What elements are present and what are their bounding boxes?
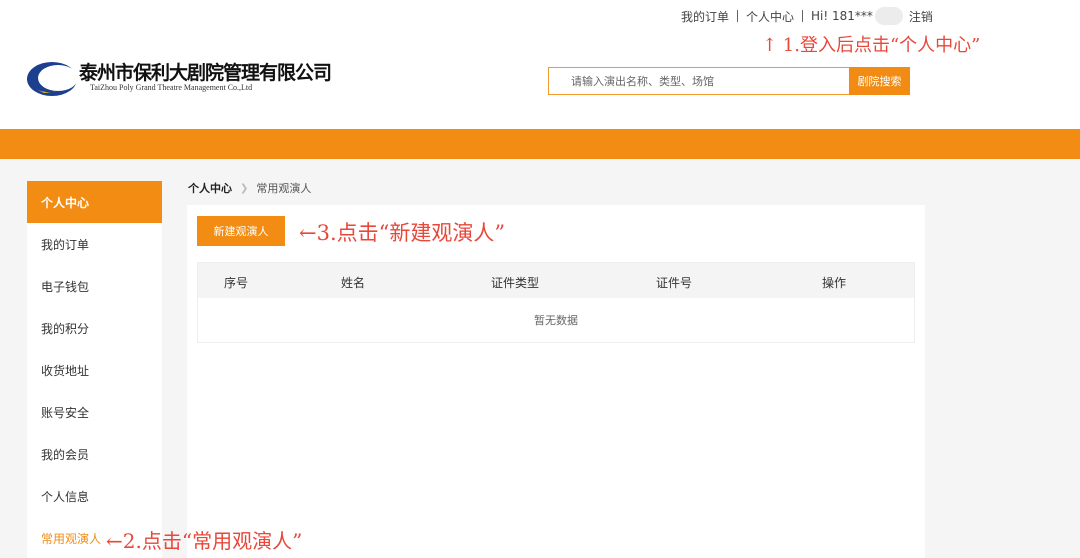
new-attendee-button[interactable]: 新建观演人 xyxy=(197,216,285,246)
divider xyxy=(802,10,804,22)
company-logo[interactable]: 泰州市保利大剧院管理有限公司 TaiZhou Poly Grand Theatr… xyxy=(26,57,332,99)
content-panel xyxy=(187,205,925,558)
company-name-en: TaiZhou Poly Grand Theatre Management Co… xyxy=(90,83,253,92)
main-nav-bar xyxy=(0,129,1080,159)
site-header: 我的订单 个人中心 Hi! 181*** 注销 泰州市保利大剧院管理有限公司 T… xyxy=(0,0,1080,129)
breadcrumb-root[interactable]: 个人中心 xyxy=(188,180,232,196)
sidebar-item-membership[interactable]: 我的会员 xyxy=(27,433,162,475)
annotation-step-2: ←2.点击“常用观演人” xyxy=(106,529,303,553)
sidebar-header[interactable]: 个人中心 xyxy=(27,181,162,223)
chevron-right-icon: ❯ xyxy=(240,182,249,194)
sidebar-item-profile[interactable]: 个人信息 xyxy=(27,475,162,517)
sidebar-item-address[interactable]: 收货地址 xyxy=(27,349,162,391)
column-header-id-number: 证件号 xyxy=(656,276,693,290)
search-input[interactable] xyxy=(548,67,849,95)
sidebar: 个人中心 我的订单 电子钱包 我的积分 收货地址 账号安全 我的会员 个人信息 … xyxy=(27,181,162,558)
annotation-step-3: ←3.点击“新建观演人” xyxy=(299,221,506,245)
breadcrumb-current: 常用观演人 xyxy=(256,182,312,195)
search-button[interactable]: 剧院搜索 xyxy=(849,67,910,95)
user-greeting: Hi! 181*** xyxy=(811,9,873,23)
column-header-index: 序号 xyxy=(224,276,249,290)
company-name-cn: 泰州市保利大剧院管理有限公司 xyxy=(79,62,332,84)
sidebar-item-e-wallet[interactable]: 电子钱包 xyxy=(27,265,162,307)
top-nav: 我的订单 个人中心 Hi! 181*** 注销 xyxy=(681,7,933,25)
column-header-name: 姓名 xyxy=(341,276,366,290)
breadcrumb: 个人中心 ❯ 常用观演人 xyxy=(188,180,311,196)
theatre-logo-icon xyxy=(27,62,78,96)
top-nav-my-orders[interactable]: 我的订单 xyxy=(681,8,729,25)
sidebar-item-points[interactable]: 我的积分 xyxy=(27,307,162,349)
redacted-phone xyxy=(874,7,903,25)
table-header: 序号 姓名 证件类型 证件号 操作 xyxy=(198,263,914,298)
search-bar: 剧院搜索 xyxy=(548,67,910,95)
annotation-step-1: ↑ 1.登入后点击“个人中心” xyxy=(762,35,981,56)
sidebar-item-my-orders[interactable]: 我的订单 xyxy=(27,223,162,265)
divider xyxy=(737,10,739,22)
sidebar-item-security[interactable]: 账号安全 xyxy=(27,391,162,433)
top-nav-personal-center[interactable]: 个人中心 xyxy=(746,8,794,25)
attendee-table: 序号 姓名 证件类型 证件号 操作 暂无数据 xyxy=(197,262,915,343)
column-header-actions: 操作 xyxy=(822,276,847,290)
empty-state: 暂无数据 xyxy=(534,314,578,327)
column-header-id-type: 证件类型 xyxy=(491,276,540,290)
top-nav-logout[interactable]: 注销 xyxy=(909,8,933,25)
